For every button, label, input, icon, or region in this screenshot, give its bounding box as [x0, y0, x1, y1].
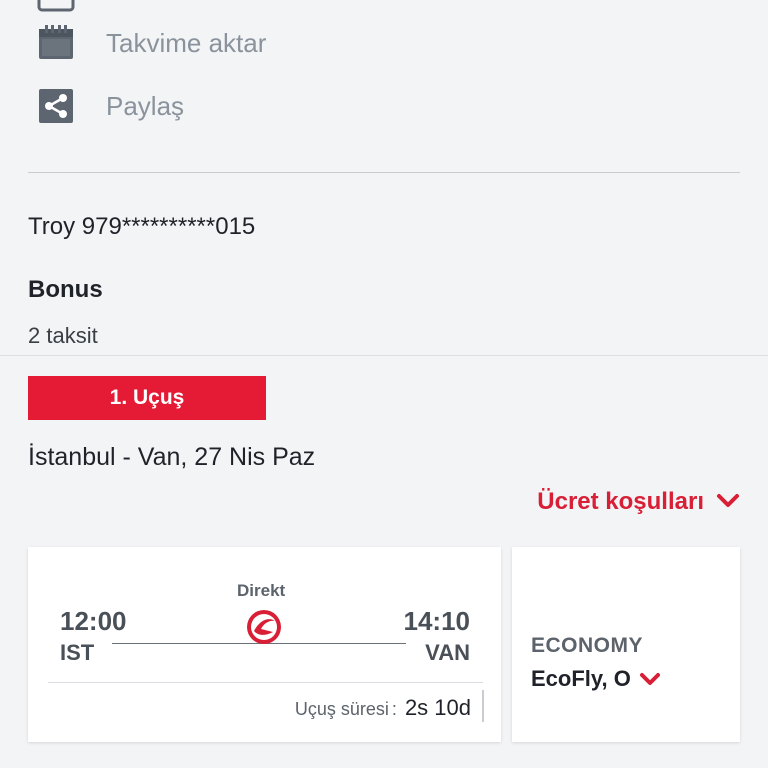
- installments-text: 2 taksit: [28, 323, 98, 348]
- fare-conditions-label: Ücret koşulları: [537, 488, 704, 515]
- section-divider-full: [0, 355, 768, 356]
- duration-value: 2s 10d: [404, 695, 471, 720]
- calendar-icon: [36, 23, 76, 63]
- action-row-partial[interactable]: [36, 0, 76, 22]
- fare-brand-dropdown[interactable]: EcoFly, O: [531, 666, 661, 692]
- section-divider: [28, 172, 740, 173]
- flight-number-badge: 1. Uçuş: [28, 376, 266, 420]
- arrival-time: 14:10: [403, 606, 471, 636]
- fare-conditions-link[interactable]: Ücret koşulları: [537, 488, 740, 516]
- flight-segment-card[interactable]: Direkt 12:00 IST 14:10 VAN Uçuş süresi :…: [28, 547, 501, 742]
- fare-brand-label: EcoFly, O: [531, 666, 631, 691]
- duration-label: Uçuş süresi: [294, 699, 389, 719]
- bonus-label: Bonus: [28, 276, 103, 303]
- cabin-class: ECONOMY: [531, 634, 644, 657]
- chevron-down-icon: [639, 666, 661, 692]
- share-action[interactable]: Paylaş: [36, 84, 184, 128]
- fare-class-card[interactable]: ECONOMY EcoFly, O: [512, 547, 740, 742]
- duration-row: Uçuş süresi : 2s 10d: [295, 695, 471, 721]
- airline-logo: [246, 609, 282, 645]
- add-to-calendar-label: Takvime aktar: [106, 27, 267, 58]
- departure-code: IST: [60, 640, 95, 665]
- duration-separator: [482, 690, 484, 722]
- share-label: Paylaş: [106, 90, 185, 121]
- departure-time: 12:00: [60, 606, 127, 636]
- payment-card-number: Troy 979**********015: [28, 213, 256, 240]
- add-to-calendar-action[interactable]: Takvime aktar: [36, 21, 266, 65]
- arrival-code: VAN: [425, 640, 470, 665]
- share-icon: [36, 86, 76, 126]
- duration-colon: :: [391, 699, 397, 719]
- direct-label: Direkt: [237, 581, 286, 600]
- card-divider: [48, 682, 483, 683]
- route-date-text: İstanbul - Van, 27 Nis Paz: [28, 443, 316, 471]
- chevron-down-icon: [716, 488, 740, 516]
- calendar-partial-icon: [36, 0, 76, 20]
